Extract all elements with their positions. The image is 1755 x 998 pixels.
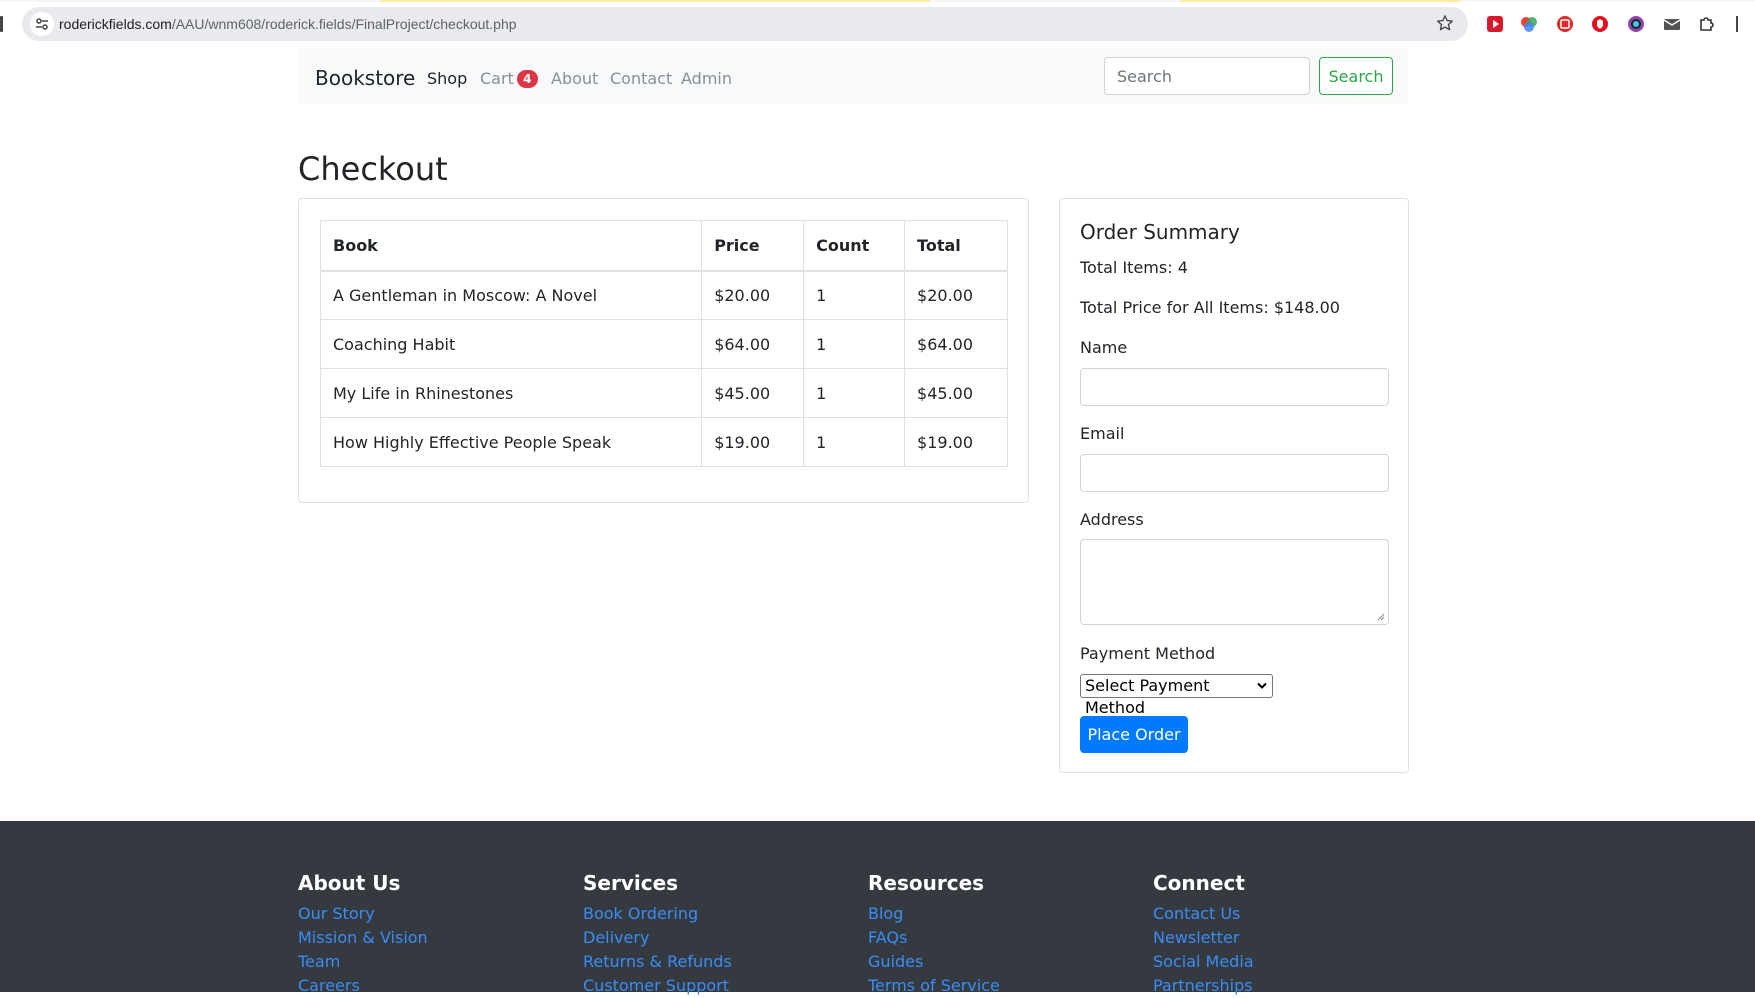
footer-link[interactable]: Blog	[868, 902, 1000, 926]
footer-column-connect: Connect Contact Us Newsletter Social Med…	[1153, 871, 1254, 998]
payment-method-label: Payment Method	[1080, 644, 1216, 663]
footer-link[interactable]: Careers	[298, 974, 428, 998]
cell-total: $64.00	[904, 319, 1008, 369]
table-row: My Life in Rhinestones $45.00 1 $45.00	[319, 368, 1008, 418]
nav-cart-label: Cart	[480, 69, 514, 88]
site-navbar: Bookstore Shop Cart 4 About Contact Admin…	[298, 48, 1408, 104]
cell-count: 1	[803, 417, 906, 467]
footer-link[interactable]: Delivery	[583, 926, 732, 950]
extension-red-shield-icon[interactable]	[1590, 14, 1610, 34]
name-field[interactable]	[1080, 368, 1389, 406]
column-header-count: Count	[803, 220, 906, 272]
brand-logo-text[interactable]: Bookstore	[315, 66, 415, 90]
footer-link[interactable]: Partnerships	[1153, 974, 1254, 998]
cell-book: My Life in Rhinestones	[319, 368, 703, 418]
search-button[interactable]: Search	[1319, 57, 1393, 95]
email-field[interactable]	[1080, 454, 1389, 492]
cell-book: Coaching Habit	[319, 319, 703, 369]
footer-link[interactable]: Book Ordering	[583, 902, 732, 926]
cell-count: 1	[803, 319, 906, 369]
cell-count: 1	[803, 368, 906, 418]
cell-book: A Gentleman in Moscow: A Novel	[319, 270, 703, 320]
mail-icon[interactable]	[1662, 14, 1682, 34]
nav-contact[interactable]: Contact	[610, 69, 672, 88]
table-row: How Highly Effective People Speak $19.00…	[319, 417, 1008, 467]
cell-count: 1	[803, 270, 906, 320]
extension-color-wheel-icon[interactable]	[1519, 14, 1539, 34]
table-row: A Gentleman in Moscow: A Novel $20.00 1 …	[319, 270, 1008, 320]
footer-link[interactable]: Returns & Refunds	[583, 950, 732, 974]
footer-link[interactable]: Mission & Vision	[298, 926, 428, 950]
site-settings-icon[interactable]	[30, 12, 54, 36]
footer-column-about: About Us Our Story Mission & Vision Team…	[298, 871, 428, 998]
nav-cart[interactable]: Cart 4	[480, 69, 538, 88]
cell-total: $20.00	[904, 270, 1008, 320]
name-label: Name	[1080, 338, 1128, 357]
column-header-price: Price	[701, 220, 805, 272]
place-order-button[interactable]: Place Order	[1080, 716, 1188, 753]
nav-about[interactable]: About	[551, 69, 598, 88]
browser-toolbar: roderickfields.com/AAU/wnm608/roderick.f…	[0, 0, 1755, 48]
nav-shop[interactable]: Shop	[427, 69, 467, 88]
cell-price: $64.00	[701, 319, 805, 369]
cell-total: $45.00	[904, 368, 1008, 418]
footer-link[interactable]: Terms of Service	[868, 974, 1000, 998]
footer-heading: About Us	[298, 871, 401, 895]
payment-method-select[interactable]: Select Payment Method	[1080, 674, 1273, 717]
nav-admin[interactable]: Admin	[681, 69, 732, 88]
footer-link[interactable]: Newsletter	[1153, 926, 1254, 950]
footer-link[interactable]: Team	[298, 950, 428, 974]
window-edge	[0, 16, 3, 32]
column-header-total: Total	[904, 220, 1008, 272]
payment-method-selected: Select Payment Method	[1085, 676, 1210, 717]
chevron-down-icon	[1257, 682, 1267, 689]
loading-bar	[0, 0, 1755, 2]
url-text[interactable]: roderickfields.com/AAU/wnm608/roderick.f…	[59, 16, 517, 32]
order-summary-title: Order Summary	[1080, 220, 1240, 244]
cell-total: $19.00	[904, 417, 1008, 467]
cell-price: $45.00	[701, 368, 805, 418]
footer-heading: Services	[583, 871, 679, 895]
search-input[interactable]	[1104, 57, 1310, 95]
table-row: Coaching Habit $64.00 1 $64.00	[319, 319, 1008, 369]
cell-price: $20.00	[701, 270, 805, 320]
footer-link[interactable]: Guides	[868, 950, 1000, 974]
footer-heading: Connect	[1153, 871, 1245, 895]
footer-link[interactable]: Contact Us	[1153, 902, 1254, 926]
table-header-row: Book Price Count Total	[319, 220, 1008, 272]
window-edge-right	[1736, 16, 1738, 32]
column-header-book: Book	[319, 220, 703, 272]
resize-grip-icon[interactable]	[1377, 613, 1385, 621]
email-label: Email	[1080, 424, 1125, 443]
cart-count-badge: 4	[516, 70, 538, 88]
total-price-text: Total Price for All Items: $148.00	[1080, 298, 1340, 317]
extension-red-badge-icon[interactable]	[1555, 14, 1575, 34]
footer-heading: Resources	[868, 871, 985, 895]
extension-red-play-icon[interactable]	[1485, 14, 1505, 34]
cell-book: How Highly Effective People Speak	[319, 417, 703, 467]
total-items-text: Total Items: 4	[1080, 258, 1188, 277]
footer-column-services: Services Book Ordering Delivery Returns …	[583, 871, 732, 998]
footer-link[interactable]: Our Story	[298, 902, 428, 926]
address-textarea[interactable]	[1080, 539, 1389, 625]
cart-table: Book Price Count Total A Gentleman in Mo…	[319, 220, 1008, 467]
bookmark-star-icon[interactable]	[1436, 14, 1454, 36]
footer-link[interactable]: FAQs	[868, 926, 1000, 950]
footer-link[interactable]: Customer Support	[583, 974, 732, 998]
address-bar[interactable]: roderickfields.com/AAU/wnm608/roderick.f…	[22, 7, 1468, 41]
extensions-puzzle-icon[interactable]	[1697, 14, 1717, 34]
footer-link[interactable]: Social Media	[1153, 950, 1254, 974]
cart-card: Book Price Count Total A Gentleman in Mo…	[298, 198, 1029, 503]
page-title: Checkout	[298, 150, 448, 188]
extension-color-circle-icon[interactable]	[1626, 14, 1646, 34]
cell-price: $19.00	[701, 417, 805, 467]
site-footer: About Us Our Story Mission & Vision Team…	[0, 821, 1755, 995]
footer-column-resources: Resources Blog FAQs Guides Terms of Serv…	[868, 871, 1000, 998]
address-label: Address	[1080, 510, 1144, 529]
order-summary-card: Order Summary Total Items: 4 Total Price…	[1059, 198, 1409, 773]
